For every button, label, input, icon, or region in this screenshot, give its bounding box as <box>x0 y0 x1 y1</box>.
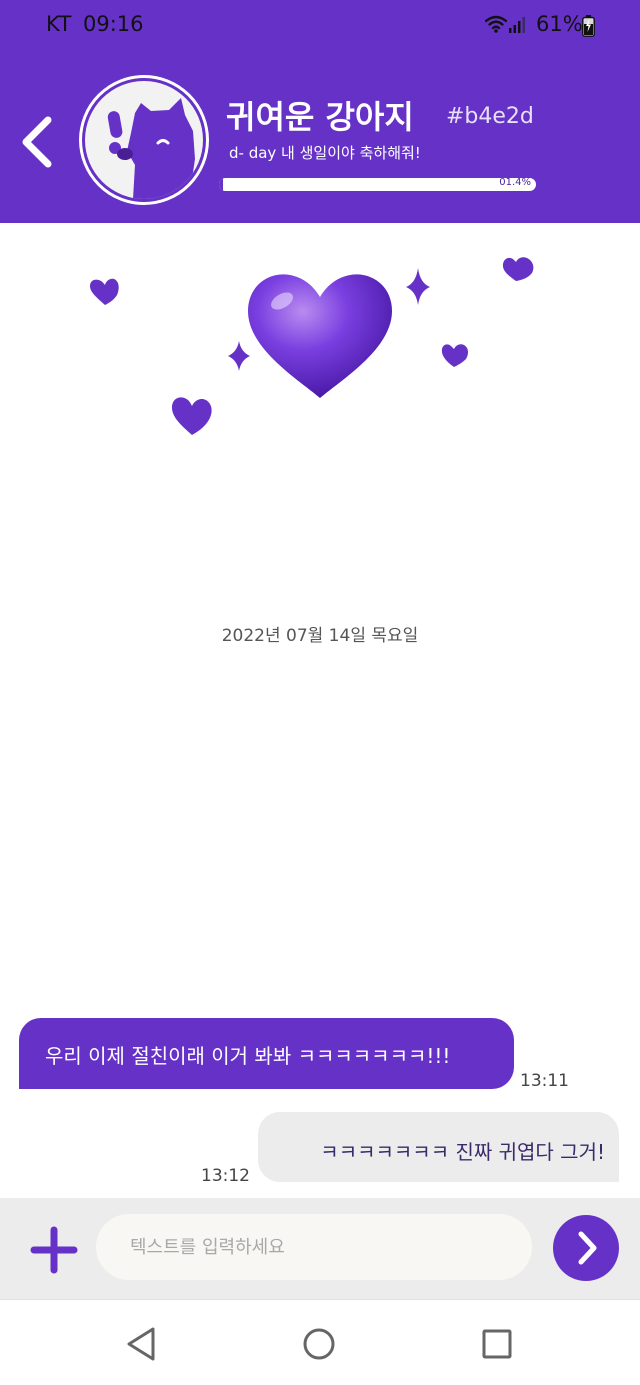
recents-square-icon <box>482 1329 512 1359</box>
small-heart-icon <box>441 344 469 367</box>
small-heart-icon <box>502 257 534 281</box>
wifi-icon <box>485 15 507 33</box>
sparkle-icon <box>228 341 250 371</box>
small-heart-icon <box>90 278 119 305</box>
nav-back-button[interactable] <box>122 1324 162 1364</box>
profile-tag: #b4e2d <box>446 104 534 129</box>
sparkle-icon <box>406 268 430 305</box>
progress-fill <box>219 178 224 191</box>
clock: 09:16 <box>83 12 144 36</box>
message-time: 13:11 <box>520 1071 569 1091</box>
big-heart-icon <box>248 274 392 398</box>
nav-recents-button[interactable] <box>477 1324 517 1364</box>
small-heart-icon <box>171 397 212 435</box>
back-triangle-icon <box>127 1327 155 1361</box>
signal-icon <box>509 17 525 33</box>
chevron-right-icon <box>578 1231 597 1265</box>
add-attachment-button[interactable] <box>30 1226 78 1274</box>
dog-avatar-icon <box>107 98 195 199</box>
system-nav-bar <box>0 1299 640 1385</box>
profile-name: 귀여운 강아지 <box>226 98 414 136</box>
message-input[interactable] <box>96 1214 532 1280</box>
message-bubble[interactable]: 우리 이제 절친이래 이거 봐봐 ㅋㅋㅋㅋㅋㅋㅋ!!! <box>19 1018 514 1089</box>
status-bar: KT 09:16 61% <box>0 0 640 52</box>
status-message: d- day 내 생일이야 축하해줘! <box>229 144 421 162</box>
battery-charging-icon <box>582 15 595 37</box>
message-time: 13:12 <box>201 1166 250 1186</box>
carrier-label: KT <box>46 12 72 36</box>
message-bubble[interactable]: ㅋㅋㅋㅋㅋㅋㅋ 진짜 귀엽다 그거! <box>258 1112 619 1182</box>
chevron-left-icon <box>22 116 52 168</box>
date-divider: 2022년 07월 14일 목요일 <box>221 626 419 646</box>
heart-decoration <box>90 257 534 435</box>
plus-icon <box>30 1226 78 1274</box>
nav-home-button[interactable] <box>299 1324 339 1364</box>
back-button[interactable] <box>14 112 62 172</box>
home-circle-icon <box>303 1328 335 1360</box>
profile-avatar[interactable] <box>79 75 209 205</box>
dday-progress-bar: 01.4% <box>219 178 536 191</box>
progress-label: 01.4% <box>499 178 531 188</box>
chat-header: KT 09:16 61% 귀여운 강아지 #b4e2d d- day 내 생일이… <box>0 0 640 223</box>
send-button[interactable] <box>553 1215 619 1281</box>
battery-percent: 61% <box>536 12 583 36</box>
